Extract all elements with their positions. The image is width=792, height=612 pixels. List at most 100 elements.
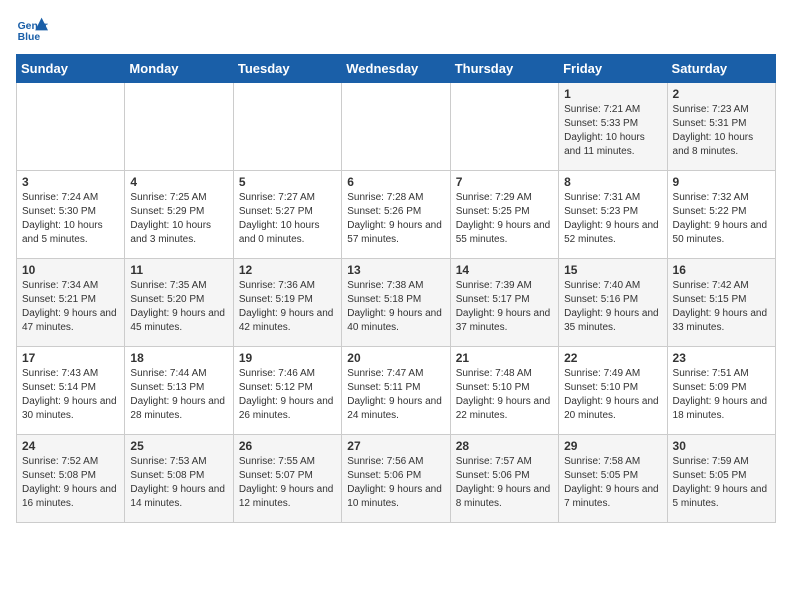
day-number: 22 xyxy=(564,351,661,365)
day-number: 8 xyxy=(564,175,661,189)
calendar-cell: 4 Sunrise: 7:25 AMSunset: 5:29 PMDaylight… xyxy=(125,171,233,259)
calendar-cell: 25 Sunrise: 7:53 AMSunset: 5:08 PMDayligh… xyxy=(125,435,233,523)
day-info: Sunrise: 7:35 AMSunset: 5:20 PMDaylight:… xyxy=(130,279,227,335)
day-info: Sunrise: 7:47 AMSunset: 5:11 PMDaylight:… xyxy=(347,367,444,423)
day-info: Sunrise: 7:53 AMSunset: 5:08 PMDaylight:… xyxy=(130,455,227,511)
calendar-cell: 2 Sunrise: 7:23 AMSunset: 5:31 PMDaylight… xyxy=(667,83,775,171)
day-info: Sunrise: 7:38 AMSunset: 5:18 PMDaylight:… xyxy=(347,279,444,335)
day-number: 5 xyxy=(239,175,336,189)
day-number: 28 xyxy=(456,439,553,453)
calendar-cell: 21 Sunrise: 7:48 AMSunset: 5:10 PMDayligh… xyxy=(450,347,558,435)
day-number: 13 xyxy=(347,263,444,277)
header-day-friday: Friday xyxy=(559,55,667,83)
day-info: Sunrise: 7:49 AMSunset: 5:10 PMDaylight:… xyxy=(564,367,661,423)
calendar-cell: 7 Sunrise: 7:29 AMSunset: 5:25 PMDaylight… xyxy=(450,171,558,259)
day-info: Sunrise: 7:40 AMSunset: 5:16 PMDaylight:… xyxy=(564,279,661,335)
calendar-week-5: 24 Sunrise: 7:52 AMSunset: 5:08 PMDayligh… xyxy=(17,435,776,523)
header-day-monday: Monday xyxy=(125,55,233,83)
calendar-cell xyxy=(450,83,558,171)
calendar-cell: 19 Sunrise: 7:46 AMSunset: 5:12 PMDayligh… xyxy=(233,347,341,435)
header-day-tuesday: Tuesday xyxy=(233,55,341,83)
calendar-cell: 16 Sunrise: 7:42 AMSunset: 5:15 PMDayligh… xyxy=(667,259,775,347)
header-day-thursday: Thursday xyxy=(450,55,558,83)
day-info: Sunrise: 7:48 AMSunset: 5:10 PMDaylight:… xyxy=(456,367,553,423)
day-info: Sunrise: 7:34 AMSunset: 5:21 PMDaylight:… xyxy=(22,279,119,335)
day-number: 11 xyxy=(130,263,227,277)
calendar-cell: 12Sunrise: 7:36 AMSunset: 5:19 PMDayligh… xyxy=(233,259,341,347)
calendar-cell: 8 Sunrise: 7:31 AMSunset: 5:23 PMDaylight… xyxy=(559,171,667,259)
day-number: 4 xyxy=(130,175,227,189)
calendar-cell: 20 Sunrise: 7:47 AMSunset: 5:11 PMDayligh… xyxy=(342,347,450,435)
day-number: 24 xyxy=(22,439,119,453)
calendar-body: 1 Sunrise: 7:21 AMSunset: 5:33 PMDaylight… xyxy=(17,83,776,523)
day-info: Sunrise: 7:32 AMSunset: 5:22 PMDaylight:… xyxy=(673,191,770,247)
day-number: 15 xyxy=(564,263,661,277)
calendar-cell: 10 Sunrise: 7:34 AMSunset: 5:21 PMDayligh… xyxy=(17,259,125,347)
day-number: 19 xyxy=(239,351,336,365)
calendar-cell: 5 Sunrise: 7:27 AMSunset: 5:27 PMDaylight… xyxy=(233,171,341,259)
day-number: 21 xyxy=(456,351,553,365)
logo: General Blue xyxy=(16,16,52,44)
day-number: 17 xyxy=(22,351,119,365)
day-number: 26 xyxy=(239,439,336,453)
day-number: 16 xyxy=(673,263,770,277)
day-number: 27 xyxy=(347,439,444,453)
day-info: Sunrise: 7:43 AMSunset: 5:14 PMDaylight:… xyxy=(22,367,119,423)
header-day-wednesday: Wednesday xyxy=(342,55,450,83)
calendar-cell xyxy=(342,83,450,171)
calendar-cell: 29Sunrise: 7:58 AMSunset: 5:05 PMDayligh… xyxy=(559,435,667,523)
day-number: 18 xyxy=(130,351,227,365)
calendar-cell: 15 Sunrise: 7:40 AMSunset: 5:16 PMDayligh… xyxy=(559,259,667,347)
day-info: Sunrise: 7:29 AMSunset: 5:25 PMDaylight:… xyxy=(456,191,553,247)
day-info: Sunrise: 7:42 AMSunset: 5:15 PMDaylight:… xyxy=(673,279,770,335)
calendar-week-3: 10 Sunrise: 7:34 AMSunset: 5:21 PMDayligh… xyxy=(17,259,776,347)
calendar-cell: 11 Sunrise: 7:35 AMSunset: 5:20 PMDayligh… xyxy=(125,259,233,347)
day-info: Sunrise: 7:51 AMSunset: 5:09 PMDaylight:… xyxy=(673,367,770,423)
calendar-cell: 30 Sunrise: 7:59 AMSunset: 5:05 PMDayligh… xyxy=(667,435,775,523)
day-info: Sunrise: 7:27 AMSunset: 5:27 PMDaylight:… xyxy=(239,191,336,247)
day-info: Sunrise: 7:31 AMSunset: 5:23 PMDaylight:… xyxy=(564,191,661,247)
svg-text:Blue: Blue xyxy=(18,32,41,43)
day-info: Sunrise: 7:36 AMSunset: 5:19 PMDaylight:… xyxy=(239,279,336,335)
calendar-week-2: 3 Sunrise: 7:24 AMSunset: 5:30 PMDaylight… xyxy=(17,171,776,259)
calendar-week-4: 17 Sunrise: 7:43 AMSunset: 5:14 PMDayligh… xyxy=(17,347,776,435)
calendar-cell: 1 Sunrise: 7:21 AMSunset: 5:33 PMDaylight… xyxy=(559,83,667,171)
calendar-cell: 3 Sunrise: 7:24 AMSunset: 5:30 PMDaylight… xyxy=(17,171,125,259)
day-info: Sunrise: 7:39 AMSunset: 5:17 PMDaylight:… xyxy=(456,279,553,335)
day-info: Sunrise: 7:25 AMSunset: 5:29 PMDaylight:… xyxy=(130,191,227,247)
day-number: 20 xyxy=(347,351,444,365)
day-number: 9 xyxy=(673,175,770,189)
day-number: 2 xyxy=(673,87,770,101)
calendar-cell: 18 Sunrise: 7:44 AMSunset: 5:13 PMDayligh… xyxy=(125,347,233,435)
day-number: 3 xyxy=(22,175,119,189)
calendar-cell: 22 Sunrise: 7:49 AMSunset: 5:10 PMDayligh… xyxy=(559,347,667,435)
calendar-cell xyxy=(125,83,233,171)
day-info: Sunrise: 7:23 AMSunset: 5:31 PMDaylight:… xyxy=(673,103,770,159)
day-info: Sunrise: 7:55 AMSunset: 5:07 PMDaylight:… xyxy=(239,455,336,511)
day-info: Sunrise: 7:56 AMSunset: 5:06 PMDaylight:… xyxy=(347,455,444,511)
calendar-cell: 28 Sunrise: 7:57 AMSunset: 5:06 PMDayligh… xyxy=(450,435,558,523)
day-number: 29 xyxy=(564,439,661,453)
day-number: 7 xyxy=(456,175,553,189)
calendar-cell: 13 Sunrise: 7:38 AMSunset: 5:18 PMDayligh… xyxy=(342,259,450,347)
day-number: 6 xyxy=(347,175,444,189)
day-info: Sunrise: 7:28 AMSunset: 5:26 PMDaylight:… xyxy=(347,191,444,247)
day-info: Sunrise: 7:24 AMSunset: 5:30 PMDaylight:… xyxy=(22,191,119,247)
day-info: Sunrise: 7:46 AMSunset: 5:12 PMDaylight:… xyxy=(239,367,336,423)
day-number: 10 xyxy=(22,263,119,277)
calendar-cell: 23Sunrise: 7:51 AMSunset: 5:09 PMDayligh… xyxy=(667,347,775,435)
header-day-sunday: Sunday xyxy=(17,55,125,83)
day-info: Sunrise: 7:59 AMSunset: 5:05 PMDaylight:… xyxy=(673,455,770,511)
day-info: Sunrise: 7:44 AMSunset: 5:13 PMDaylight:… xyxy=(130,367,227,423)
calendar-cell: 17 Sunrise: 7:43 AMSunset: 5:14 PMDayligh… xyxy=(17,347,125,435)
day-info: Sunrise: 7:57 AMSunset: 5:06 PMDaylight:… xyxy=(456,455,553,511)
calendar-cell: 27 Sunrise: 7:56 AMSunset: 5:06 PMDayligh… xyxy=(342,435,450,523)
day-number: 1 xyxy=(564,87,661,101)
calendar-cell xyxy=(17,83,125,171)
day-info: Sunrise: 7:21 AMSunset: 5:33 PMDaylight:… xyxy=(564,103,661,159)
calendar-cell: 14Sunrise: 7:39 AMSunset: 5:17 PMDayligh… xyxy=(450,259,558,347)
day-info: Sunrise: 7:52 AMSunset: 5:08 PMDaylight:… xyxy=(22,455,119,511)
day-number: 25 xyxy=(130,439,227,453)
day-number: 30 xyxy=(673,439,770,453)
header-day-saturday: Saturday xyxy=(667,55,775,83)
